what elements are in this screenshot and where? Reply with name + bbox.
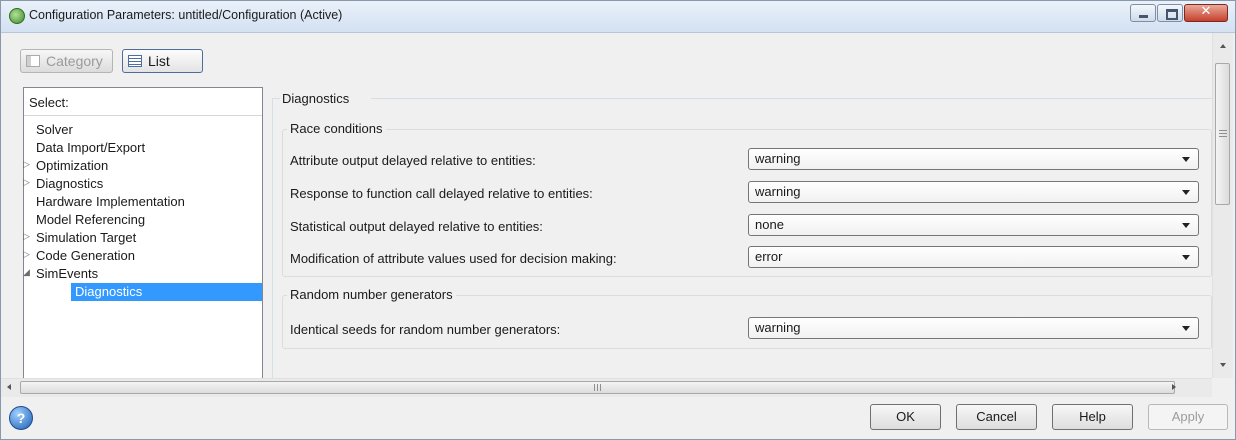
dropdown-arrow-icon: [1182, 326, 1190, 331]
category-view-button[interactable]: Category: [20, 49, 113, 73]
dropdown-arrow-icon: [1182, 255, 1190, 260]
tree-item-simulation-target[interactable]: ▷ Simulation Target: [23, 229, 262, 247]
cancel-button[interactable]: Cancel: [956, 404, 1037, 430]
section-title: Diagnostics: [282, 91, 350, 106]
title-bar[interactable]: Configuration Parameters: untitled/Confi…: [1, 1, 1235, 33]
tree-item-label: SimEvents: [36, 266, 99, 281]
dialog-button-bar: ? OK Cancel Help Apply: [1, 397, 1235, 439]
scroll-right-icon[interactable]: [1172, 384, 1176, 390]
attribute-modification-label: Modification of attribute values used fo…: [290, 251, 617, 266]
tree-item-label: Hardware Implementation: [36, 194, 185, 209]
select-tree-panel: Select: Solver Data Import/Export ▷ Opti…: [23, 87, 263, 378]
tree-item-label: Data Import/Export: [36, 140, 146, 155]
attribute-output-delay-select[interactable]: warning: [748, 148, 1199, 170]
grip-line: [1219, 136, 1227, 137]
tree-item-simevents-diagnostics[interactable]: Diagnostics: [71, 283, 262, 301]
tree-item-label: Optimization: [36, 158, 109, 173]
identical-seeds-label: Identical seeds for random number genera…: [290, 322, 561, 337]
category-view-label: Category: [46, 53, 103, 69]
minimize-button[interactable]: [1130, 4, 1156, 22]
vertical-scrollbar[interactable]: [1212, 33, 1233, 378]
attribute-output-delay-label: Attribute output delayed relative to ent…: [290, 153, 536, 168]
attribute-modification-select[interactable]: error: [748, 246, 1199, 268]
select-header: Select:: [29, 95, 69, 110]
horizontal-scrollbar[interactable]: [1, 378, 1212, 397]
statistical-output-delay-select[interactable]: none: [748, 214, 1199, 236]
tree-item-hardware-implementation[interactable]: Hardware Implementation: [24, 193, 262, 211]
simulink-app-icon: [9, 8, 25, 24]
help-question-icon[interactable]: ?: [9, 406, 33, 430]
select-value: warning: [755, 184, 801, 199]
horizontal-scroll-thumb[interactable]: [20, 381, 1175, 394]
section-border: [272, 98, 273, 378]
expand-arrow-icon[interactable]: ▷: [23, 157, 33, 174]
select-value: error: [755, 249, 783, 264]
dropdown-arrow-icon: [1182, 157, 1190, 162]
scroll-left-icon[interactable]: [7, 384, 11, 390]
grip-line: [1219, 133, 1227, 134]
scroll-up-icon[interactable]: [1220, 44, 1226, 48]
close-button[interactable]: ✕: [1184, 4, 1228, 22]
grip-line: [594, 384, 595, 391]
window-title: Configuration Parameters: untitled/Confi…: [29, 8, 343, 22]
tree-item-model-referencing[interactable]: Model Referencing: [24, 211, 262, 229]
grip-line: [600, 384, 601, 391]
select-value: warning: [755, 320, 801, 335]
tree-item-optimization[interactable]: ▷ Optimization: [23, 157, 262, 175]
tree-item-code-generation[interactable]: ▷ Code Generation: [23, 247, 262, 265]
grip-line: [1219, 130, 1227, 131]
statistical-output-delay-label: Statistical output delayed relative to e…: [290, 219, 543, 234]
function-call-delay-select[interactable]: warning: [748, 181, 1199, 203]
select-value: warning: [755, 151, 801, 166]
maximize-button[interactable]: [1157, 4, 1183, 22]
tree-item-label: Code Generation: [36, 248, 136, 263]
content-area: Category List Select: Solver Data Import…: [1, 33, 1212, 378]
category-view-icon: [26, 55, 40, 67]
section-border: [371, 98, 1212, 99]
tree-item-simevents[interactable]: ◢ SimEvents: [23, 265, 262, 283]
window-controls: ✕: [1129, 4, 1228, 24]
list-view-icon: [128, 55, 142, 67]
expand-arrow-icon[interactable]: ▷: [23, 175, 33, 192]
tree-item-data-import-export[interactable]: Data Import/Export: [24, 139, 262, 157]
configuration-dialog: Configuration Parameters: untitled/Confi…: [0, 0, 1236, 440]
tree-item-label: Diagnostics: [36, 176, 104, 191]
expand-arrow-icon[interactable]: ▷: [23, 229, 33, 246]
tree-item-label: Solver: [36, 122, 73, 137]
select-divider: [24, 115, 262, 116]
maximize-icon: [1166, 9, 1178, 20]
tree-item-label: Diagnostics: [75, 284, 143, 299]
dropdown-arrow-icon: [1182, 223, 1190, 228]
grip-line: [597, 384, 598, 391]
dropdown-arrow-icon: [1182, 190, 1190, 195]
help-button[interactable]: Help: [1052, 404, 1133, 430]
select-value: none: [755, 217, 784, 232]
random-generators-title: Random number generators: [287, 287, 456, 302]
vertical-scroll-thumb[interactable]: [1215, 63, 1230, 205]
tree-item-label: Simulation Target: [36, 230, 137, 245]
collapse-arrow-icon[interactable]: ◢: [23, 265, 33, 282]
race-conditions-title: Race conditions: [287, 121, 386, 136]
tree-item-diagnostics[interactable]: ▷ Diagnostics: [23, 175, 262, 193]
section-border: [272, 98, 280, 99]
scroll-down-icon[interactable]: [1220, 363, 1226, 367]
apply-button[interactable]: Apply: [1148, 404, 1228, 430]
function-call-delay-label: Response to function call delayed relati…: [290, 186, 593, 201]
ok-button[interactable]: OK: [870, 404, 941, 430]
tree-item-solver[interactable]: Solver: [24, 121, 262, 139]
close-icon: ✕: [1200, 4, 1212, 19]
list-view-label: List: [148, 53, 170, 69]
list-view-button[interactable]: List: [122, 49, 203, 73]
minimize-icon: [1139, 15, 1148, 18]
tree-item-label: Model Referencing: [36, 212, 146, 227]
identical-seeds-select[interactable]: warning: [748, 317, 1199, 339]
expand-arrow-icon[interactable]: ▷: [23, 247, 33, 264]
